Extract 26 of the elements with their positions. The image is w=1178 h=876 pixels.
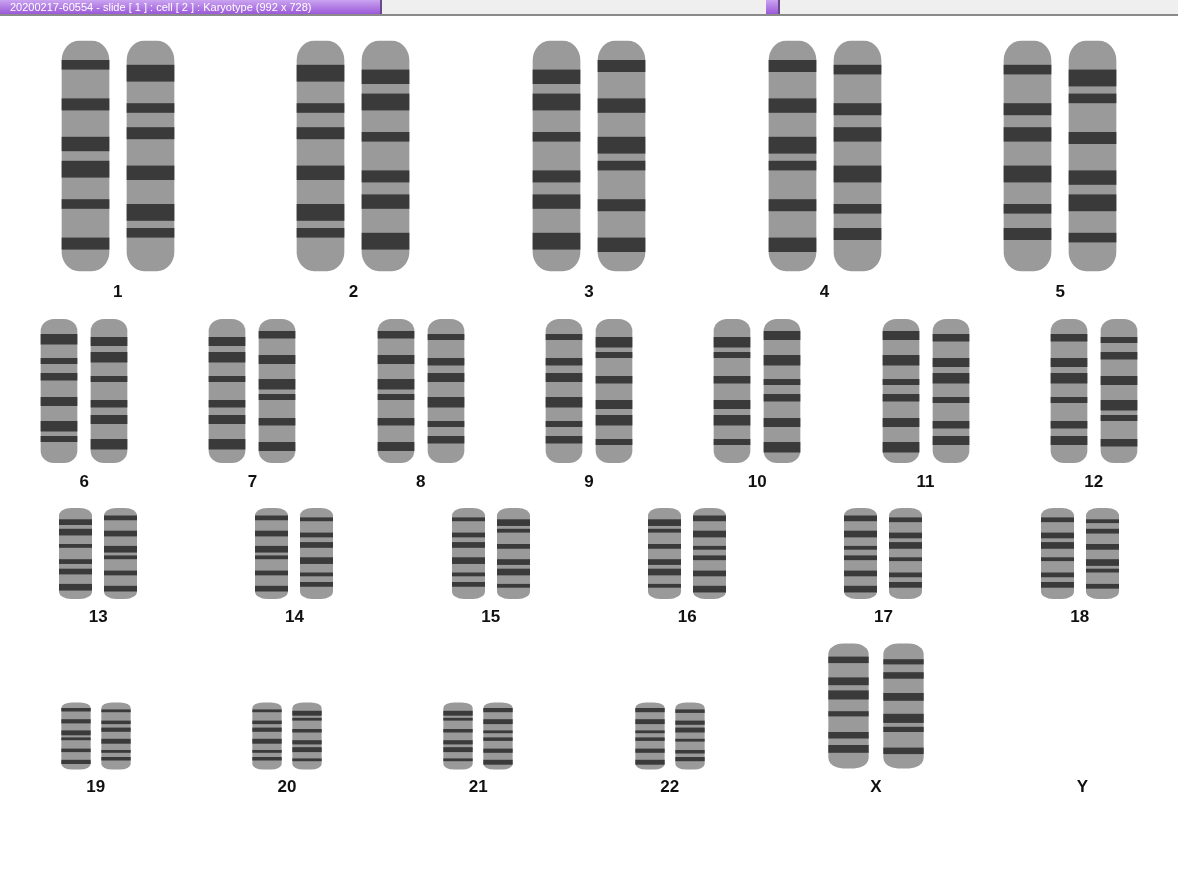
chromosome-label: Y bbox=[1076, 777, 1088, 797]
chromosome-label: 18 bbox=[1070, 607, 1090, 627]
chromosome-label: 22 bbox=[660, 777, 680, 797]
chromosome-label: 2 bbox=[348, 282, 359, 302]
chromosome-label: 19 bbox=[86, 777, 106, 797]
chromosome-label: 7 bbox=[247, 472, 258, 492]
chromosome-label: 16 bbox=[677, 607, 697, 627]
scroll-handle[interactable] bbox=[766, 0, 780, 14]
chromosome-label: 6 bbox=[79, 472, 89, 492]
chromosome-label: 9 bbox=[584, 472, 594, 492]
window-title: 20200217-60554 - slide [ 1 ] : cell [ 2 ] : Karyotype (992 x 728) bbox=[0, 0, 382, 14]
chromosome-label: 11 bbox=[916, 472, 935, 492]
chromosome-label: 21 bbox=[468, 777, 488, 797]
chromosome-label: 3 bbox=[584, 282, 594, 302]
chromosome-label: X bbox=[870, 777, 882, 797]
chromosome-label: 8 bbox=[415, 472, 426, 492]
chromosome-label: 15 bbox=[481, 607, 501, 627]
chromosome-label: 1 bbox=[113, 282, 123, 302]
chromosome-label: 10 bbox=[747, 472, 767, 492]
chromosome-label: 4 bbox=[819, 282, 830, 302]
chromosome-label: 20 bbox=[277, 777, 297, 797]
chromosome-label: 14 bbox=[285, 607, 304, 627]
chromosome-label: 13 bbox=[88, 607, 108, 627]
chromosome-label: 12 bbox=[1084, 472, 1104, 492]
chromosome-label: 17 bbox=[874, 607, 893, 627]
chromosome-label: 5 bbox=[1055, 282, 1065, 302]
